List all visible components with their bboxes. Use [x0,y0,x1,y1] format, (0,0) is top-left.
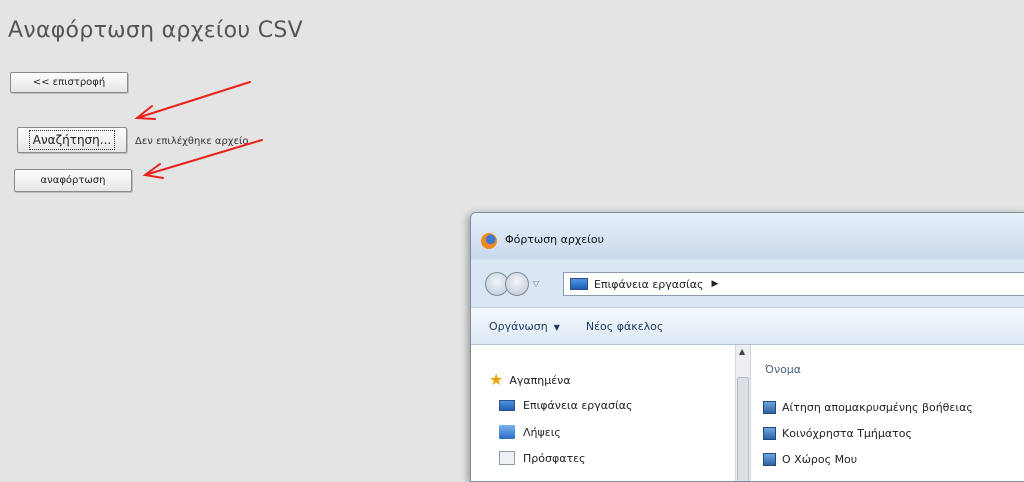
network-shortcut-icon [763,401,776,414]
back-button[interactable]: << επιστροφή [10,72,128,93]
file-list-pane: Όνομα Αίτηση απομακρυσμένης βοήθειας Κοι… [751,345,1024,481]
firefox-icon [481,233,497,249]
star-icon: ★ [489,370,504,389]
column-header-name[interactable]: Όνομα [765,363,801,376]
scroll-thumb[interactable] [737,377,749,481]
no-file-selected-text: Δεν επιλέχθηκε αρχείο. [135,136,252,147]
organize-label: Οργάνωση [489,319,548,333]
arrow-to-browse-button [136,81,251,119]
file-item[interactable]: Αίτηση απομακρυσμένης βοήθειας [763,401,973,414]
dialog-title: Φόρτωση αρχείου [505,233,604,246]
upload-button[interactable]: αναφόρτωση [14,169,132,192]
caret-down-icon: ▼ [553,322,560,332]
address-bar[interactable]: Επιφάνεια εργασίας ▶ [563,272,1024,296]
chevron-right-icon[interactable]: ▶ [711,279,718,289]
new-folder-button[interactable]: Νέος φάκελος [586,320,664,333]
file-item[interactable]: Ο Χώρος Μου [763,453,857,466]
organize-menu[interactable]: Οργάνωση ▼ [489,320,560,333]
forward-nav-button[interactable] [505,272,529,296]
navigation-pane: ★ Αγαπημένα Επιφάνεια εργασίας Λήψεις Πρ… [471,345,735,481]
file-open-dialog: Φόρτωση αρχείου ▽ Επιφάνεια εργασίας ▶ Ο… [470,212,1024,482]
nav-item-downloads[interactable]: Λήψεις [499,425,561,439]
history-dropdown-icon[interactable]: ▽ [533,279,539,288]
nav-item-recent[interactable]: Πρόσφατες [499,451,586,465]
desktop-icon [570,278,588,290]
address-row: ▽ Επιφάνεια εργασίας ▶ [471,265,1024,301]
recent-places-icon [499,451,515,465]
network-shortcut-icon [763,453,776,466]
file-item-label: Ο Χώρος Μου [782,453,858,466]
nav-item-desktop[interactable]: Επιφάνεια εργασίας [499,399,632,412]
nav-item-label: Επιφάνεια εργασίας [523,399,633,412]
address-text: Επιφάνεια εργασίας [594,277,704,291]
page-title: Αναφόρτωση αρχείου CSV [8,18,303,43]
browse-button[interactable]: Αναζήτηση... [17,127,127,153]
arrow-head-browse [134,105,156,120]
scroll-up-icon[interactable]: ▲ [739,347,745,356]
dialog-toolbar: Οργάνωση ▼ Νέος φάκελος [471,307,1024,345]
nav-item-label: Πρόσφατες [523,451,586,465]
file-item-label: Κοινόχρηστα Τμήματος [782,427,912,440]
nav-item-favorites[interactable]: ★ Αγαπημένα [489,370,571,389]
downloads-icon [499,425,515,439]
nav-item-label: Αγαπημένα [509,373,571,387]
nav-item-label: Λήψεις [523,425,561,439]
desktop-icon [499,400,515,411]
file-item[interactable]: Κοινόχρηστα Τμήματος [763,427,912,440]
dialog-titlebar: Φόρτωση αρχείου [471,213,1024,259]
arrow-head-upload [142,163,164,179]
network-shortcut-icon [763,427,776,440]
nav-pane-scrollbar[interactable]: ▲ [735,345,751,481]
browse-button-label: Αναζήτηση... [28,130,116,150]
file-item-label: Αίτηση απομακρυσμένης βοήθειας [782,401,973,414]
